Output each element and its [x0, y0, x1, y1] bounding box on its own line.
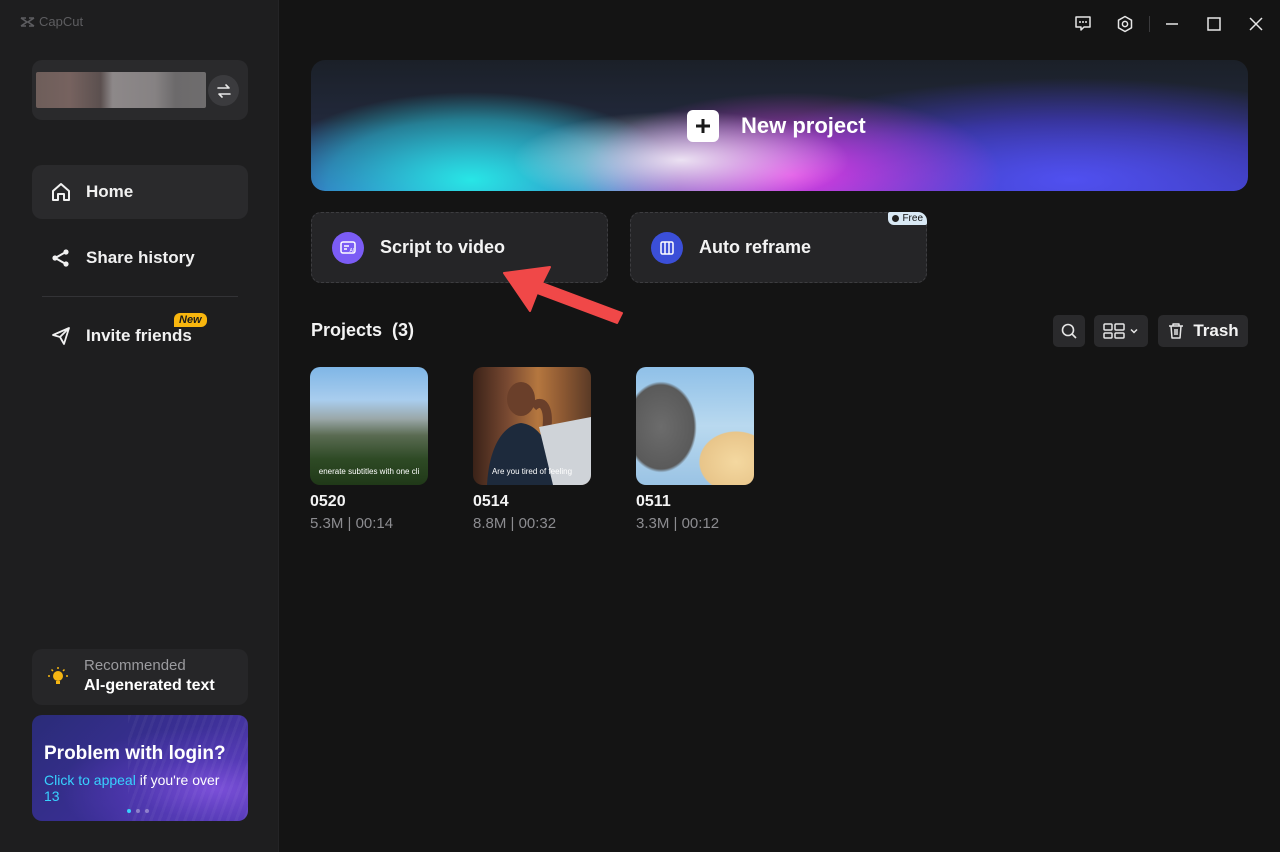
switch-account-button[interactable]	[208, 75, 239, 106]
sidebar-item-label: Home	[86, 182, 133, 202]
projects-title: Projects	[311, 320, 382, 340]
promo-age: 13	[44, 788, 60, 804]
feedback-icon	[1074, 15, 1092, 33]
feedback-button[interactable]	[1071, 12, 1095, 36]
send-icon	[50, 325, 72, 347]
search-icon	[1060, 322, 1078, 340]
project-meta: 8.8M | 00:32	[473, 515, 591, 532]
search-projects-button[interactable]	[1053, 315, 1085, 347]
auto-reframe-button[interactable]: Auto reframe Free	[630, 212, 927, 283]
thumbnail-caption: enerate subtitles with one cli	[310, 467, 428, 476]
recommended-label: Recommended	[84, 657, 186, 674]
project-name: 0520	[310, 493, 428, 511]
project-card[interactable]: 0511 3.3M | 00:12	[636, 367, 754, 532]
project-card[interactable]: enerate subtitles with one cli 0520 5.3M…	[310, 367, 428, 532]
trash-button[interactable]: Trash	[1158, 315, 1248, 347]
tool-label: Script to video	[380, 237, 505, 258]
user-account-card[interactable]	[32, 60, 248, 120]
recommended-title: AI-generated text	[84, 677, 215, 695]
plus-icon	[687, 110, 719, 142]
trash-label: Trash	[1193, 321, 1238, 341]
view-mode-dropdown[interactable]	[1094, 315, 1148, 347]
promo-banner[interactable]: Problem with login? Click to appeal if y…	[32, 715, 248, 821]
tool-label: Auto reframe	[699, 237, 811, 258]
new-project-content: New project	[687, 110, 866, 142]
free-badge: Free	[888, 212, 927, 225]
trash-icon	[1167, 322, 1185, 340]
sidebar-item-share-history[interactable]: Share history	[32, 231, 248, 285]
reframe-icon	[651, 232, 683, 264]
appeal-link[interactable]: Click to appeal	[44, 772, 136, 788]
promo-title: Problem with login?	[44, 743, 226, 765]
projects-count: (3)	[392, 320, 414, 340]
window-controls-separator	[1149, 16, 1150, 32]
minimize-button[interactable]	[1160, 12, 1184, 36]
svg-text:AI: AI	[350, 248, 355, 254]
sidebar-item-label: Share history	[86, 248, 195, 268]
project-name: 0514	[473, 493, 591, 511]
maximize-button[interactable]	[1202, 12, 1226, 36]
sidebar: CapCut Home Share history Invite friends…	[0, 0, 279, 852]
annotation-arrow-icon	[500, 265, 630, 325]
lightbulb-icon	[48, 667, 68, 687]
minimize-icon	[1163, 15, 1181, 33]
app-logo: CapCut	[20, 14, 83, 29]
new-project-label: New project	[741, 113, 866, 139]
close-button[interactable]	[1244, 12, 1268, 36]
project-thumbnail[interactable]: Are you tired of feeling	[473, 367, 591, 485]
carousel-dot[interactable]	[136, 809, 140, 813]
capcut-logo-icon	[20, 16, 35, 28]
settings-icon	[1116, 15, 1134, 33]
project-thumbnail[interactable]	[636, 367, 754, 485]
maximize-icon	[1205, 15, 1223, 33]
free-badge-dot	[892, 215, 899, 222]
chevron-down-icon	[1129, 326, 1139, 336]
thumbnail-caption: Are you tired of feeling	[473, 467, 591, 476]
sidebar-item-label: Invite friends	[86, 326, 192, 346]
project-meta: 5.3M | 00:14	[310, 515, 428, 532]
promo-decoration	[128, 715, 248, 821]
sidebar-item-invite-friends[interactable]: Invite friends New	[32, 309, 248, 363]
carousel-dot[interactable]	[145, 809, 149, 813]
account-avatar-blurred	[36, 72, 206, 108]
script-ai-icon: AI	[332, 232, 364, 264]
close-icon	[1247, 15, 1265, 33]
settings-button[interactable]	[1113, 12, 1137, 36]
promo-text: Click to appeal if you're over 13	[44, 772, 240, 804]
carousel-dots[interactable]	[127, 809, 149, 813]
projects-heading: Projects (3)	[311, 320, 414, 341]
sidebar-item-home[interactable]: Home	[32, 165, 248, 219]
share-icon	[50, 247, 72, 269]
new-project-button[interactable]: New project	[311, 60, 1248, 191]
project-meta: 3.3M | 00:12	[636, 515, 754, 532]
swap-icon	[216, 83, 232, 99]
project-thumbnail[interactable]: enerate subtitles with one cli	[310, 367, 428, 485]
free-badge-label: Free	[902, 213, 923, 224]
home-icon	[50, 181, 72, 203]
recommended-card[interactable]: Recommended AI-generated text	[32, 649, 248, 705]
project-card[interactable]: Are you tired of feeling 0514 8.8M | 00:…	[473, 367, 591, 532]
grid-view-icon	[1103, 322, 1125, 340]
carousel-dot[interactable]	[127, 809, 131, 813]
sidebar-divider	[42, 296, 238, 297]
project-name: 0511	[636, 493, 754, 511]
app-logo-text: CapCut	[39, 14, 83, 29]
promo-text-rest: if you're over	[136, 772, 220, 788]
new-badge: New	[174, 313, 207, 327]
